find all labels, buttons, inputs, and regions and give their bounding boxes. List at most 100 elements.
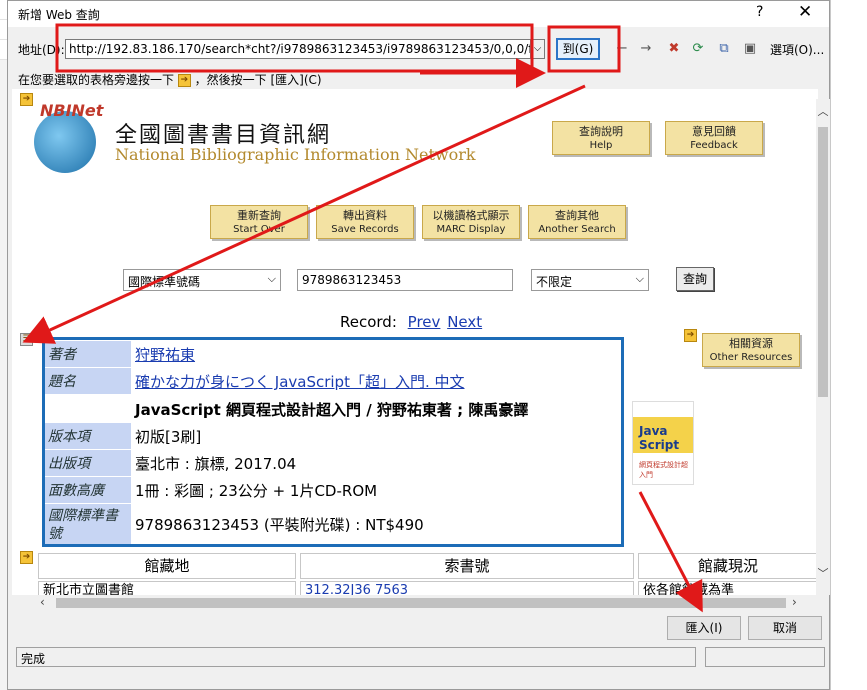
record-table-select-icon[interactable]: ☰ [20, 333, 33, 346]
help-icon[interactable]: ? [756, 4, 763, 20]
options-button[interactable]: 選項(O)... [770, 41, 824, 58]
another-search-button[interactable]: 查詢其他 Another Search [528, 205, 626, 239]
start-over-en: Start Over [233, 224, 285, 235]
stop-icon[interactable]: ✖ [666, 41, 682, 57]
address-input[interactable]: http://192.83.186.170/search*cht?/i97898… [65, 39, 545, 59]
save-query-icon[interactable]: ▣ [742, 41, 758, 57]
record-row-author: 著者 狩野祐東 [45, 341, 621, 367]
window-title: 新增 Web 查詢 [18, 8, 100, 22]
other-resources-zh: 相關資源 [729, 337, 773, 350]
nbinet-logo-text: NBINet [40, 101, 104, 120]
help-button[interactable]: 查詢說明 Help [552, 121, 650, 155]
vertical-scrollbar[interactable]: ︿ ﹀ [816, 99, 830, 595]
status-bar-side [705, 647, 825, 667]
phys-value: 1冊 : 彩圖 ; 23公分 + 1片CD-ROM [135, 482, 378, 500]
phys-label: 面數高廣 [45, 477, 131, 503]
record-row-edition: 版本項 初版[3刷] [45, 423, 621, 449]
book-cover-image: Java Script 網頁程式設計超入門 [632, 401, 694, 485]
nbinet-globe-icon [34, 111, 96, 173]
page-select-arrow-icon[interactable]: ➔ [20, 93, 33, 106]
holdings-header-location: 館藏地 [38, 553, 296, 579]
search-type-select[interactable]: 國際標準號碼 ⌵ [123, 269, 281, 291]
cover-subtitle: 網頁程式設計超入門 [639, 461, 688, 479]
forward-icon[interactable]: → [638, 41, 654, 57]
instruction-part2: ，然後按一下 [匯入](C) [194, 73, 322, 87]
author-link[interactable]: 狩野祐東 [135, 341, 195, 367]
instruction-part1: 在您要選取的表格旁邊按一下 [18, 73, 175, 87]
author-label: 著者 [45, 341, 131, 367]
isbn-label: 國際標準書號 [45, 504, 131, 544]
status-bar: 完成 [16, 647, 696, 667]
go-button[interactable]: 到(G) [556, 38, 600, 60]
title-link[interactable]: 確かな力が身につく JavaScript「超」入門. 中文 [135, 368, 465, 394]
another-search-zh: 查詢其他 [555, 209, 599, 222]
web-view: ➔ NBINet 全國圖書書目資訊網 National Bibliographi… [12, 89, 818, 595]
address-dropdown-icon[interactable]: ⌵ [530, 39, 545, 59]
cancel-button[interactable]: 取消 [748, 616, 822, 640]
title-bar: 新增 Web 查詢 ? ✕ [8, 1, 829, 27]
holdings-header-callno: 索書號 [300, 553, 634, 579]
new-web-query-dialog: 新增 Web 查詢 ? ✕ 地址(D): http://192.83.186.1… [7, 0, 830, 690]
title-cont-label [45, 396, 131, 422]
holdings-select-arrow-icon[interactable]: ➔ [20, 551, 33, 564]
holdings-table[interactable]: 館藏地 索書號 館藏現況 新北市立圖書館 312.32J36 7563 依各館館… [38, 553, 818, 595]
record-row-title: 題名 確かな力が身につく JavaScript「超」入門. 中文 [45, 368, 621, 394]
site-title-en: National Bibliographic Information Netwo… [115, 145, 476, 164]
holdings-cell-status: 依各館館藏為準 [638, 581, 818, 595]
feedback-button-en: Feedback [690, 140, 738, 151]
search-type-value: 國際標準號碼 [128, 275, 201, 289]
other-resources-button[interactable]: 相關資源 Other Resources [702, 333, 800, 367]
next-link[interactable]: Next [447, 313, 482, 331]
pub-label: 出版項 [45, 450, 131, 476]
search-input[interactable]: 9789863123453 [297, 269, 513, 291]
record-row-isbn: 國際標準書號 9789863123453 (平裝附光碟) : NT$490 [45, 504, 621, 544]
scroll-left-icon[interactable]: ‹ [40, 595, 45, 609]
pub-value: 臺北市 : 旗標, 2017.04 [135, 455, 297, 473]
start-over-button[interactable]: 重新查詢 Start Over [210, 205, 308, 239]
marc-display-en: MARC Display [436, 224, 506, 235]
horizontal-scroll-thumb[interactable] [56, 598, 786, 608]
back-icon[interactable]: ← [614, 41, 630, 57]
holdings-cell-location: 新北市立圖書館 [38, 581, 296, 595]
refresh-icon[interactable]: ⟳ [690, 41, 706, 57]
record-row-pub: 出版項 臺北市 : 旗標, 2017.04 [45, 450, 621, 476]
import-button[interactable]: 匯入(I) [667, 616, 741, 640]
record-table[interactable]: 著者 狩野祐東 題名 確かな力が身につく JavaScript「超」入門. 中文… [42, 337, 624, 547]
scroll-down-icon[interactable]: ﹀ [816, 565, 830, 581]
search-button[interactable]: 查詢 [676, 267, 714, 291]
save-records-button[interactable]: 轉出資料 Save Records [316, 205, 414, 239]
edition-value: 初版[3刷] [135, 428, 202, 446]
prev-link[interactable]: Prev [408, 313, 441, 331]
horizontal-scrollbar[interactable]: ‹ › [22, 595, 812, 611]
save-records-en: Save Records [331, 224, 399, 235]
chevron-down-icon: ⌵ [267, 272, 276, 285]
save-records-zh: 轉出資料 [343, 209, 387, 222]
related-select-arrow-icon[interactable]: ➔ [684, 329, 697, 342]
help-button-zh: 查詢說明 [579, 125, 623, 138]
instruction-text: 在您要選取的表格旁邊按一下 ➔ ，然後按一下 [匯入](C) [18, 71, 322, 88]
scroll-up-icon[interactable]: ︿ [816, 103, 830, 119]
start-over-zh: 重新查詢 [237, 209, 281, 222]
close-icon[interactable]: ✕ [798, 2, 812, 22]
search-scope-value: 不限定 [536, 275, 573, 289]
record-row-title-cont: JavaScript 網頁程式設計超入門 / 狩野祐東著 ; 陳禹豪譯 [45, 396, 621, 422]
record-nav: Record: Prev Next [340, 313, 482, 331]
holdings-header-status: 館藏現況 [638, 553, 818, 579]
record-row-phys: 面數高廣 1冊 : 彩圖 ; 23公分 + 1片CD-ROM [45, 477, 621, 503]
title-label: 題名 [45, 368, 131, 394]
title-statement: JavaScript 網頁程式設計超入門 / 狩野祐東著 ; 陳禹豪譯 [135, 401, 529, 419]
hide-icons-icon[interactable]: ⧉ [716, 41, 732, 57]
search-scope-select[interactable]: 不限定 ⌵ [531, 269, 649, 291]
cover-title: Java Script [639, 424, 680, 452]
vertical-scroll-thumb[interactable] [818, 127, 828, 397]
marc-display-zh: 以機讀格式顯示 [432, 209, 510, 222]
marc-display-button[interactable]: 以機讀格式顯示 MARC Display [422, 205, 520, 239]
spreadsheet-column-area [830, 0, 867, 690]
holdings-cell-callno[interactable]: 312.32J36 7563 [300, 581, 634, 595]
feedback-button[interactable]: 意見回饋 Feedback [665, 121, 763, 155]
another-search-en: Another Search [538, 224, 616, 235]
scroll-right-icon[interactable]: › [792, 595, 797, 609]
feedback-button-zh: 意見回饋 [692, 125, 736, 138]
other-resources-en: Other Resources [709, 352, 793, 363]
record-label: Record: [340, 313, 397, 331]
